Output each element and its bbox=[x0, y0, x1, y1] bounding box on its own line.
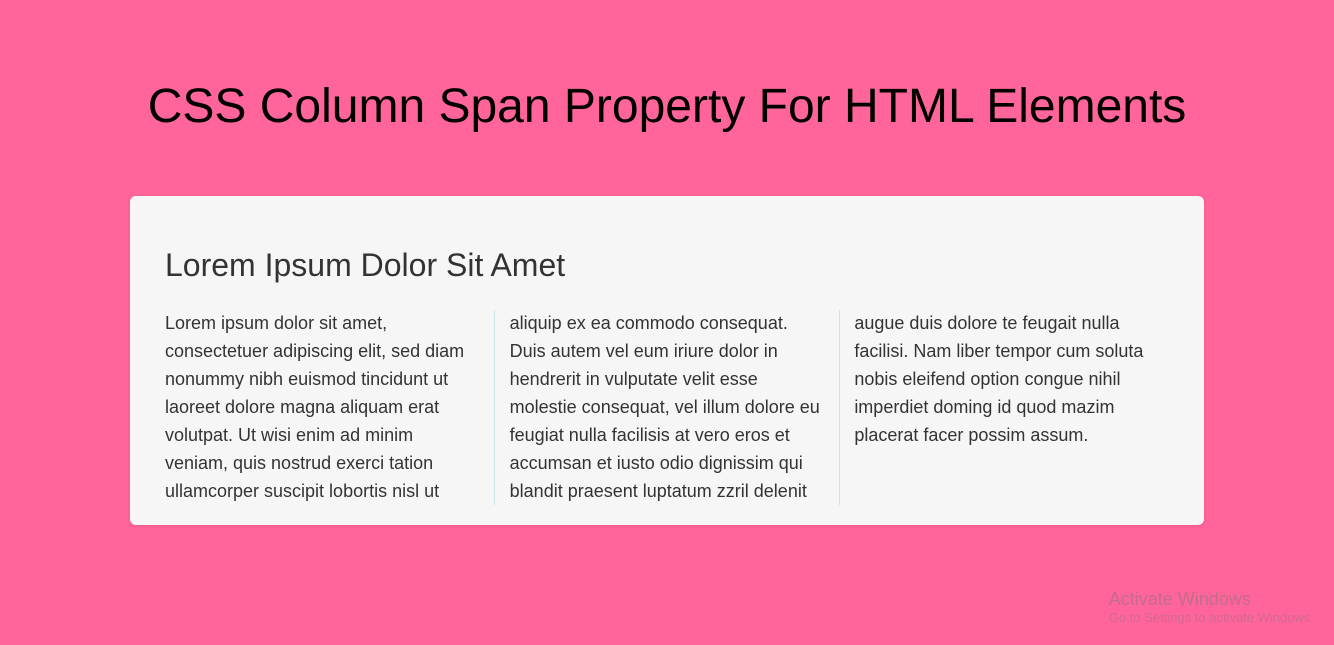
windows-activation-watermark: Activate Windows Go to Settings to activ… bbox=[1109, 589, 1314, 625]
page-title: CSS Column Span Property For HTML Elemen… bbox=[0, 0, 1334, 136]
body-paragraph: Lorem ipsum dolor sit amet, consectetuer… bbox=[165, 313, 1143, 500]
watermark-title: Activate Windows bbox=[1109, 589, 1314, 610]
content-box: Lorem Ipsum Dolor Sit Amet Lorem ipsum d… bbox=[130, 196, 1204, 526]
sub-heading: Lorem Ipsum Dolor Sit Amet bbox=[165, 241, 1169, 291]
watermark-subtitle: Go to Settings to activate Windows. bbox=[1109, 610, 1314, 625]
multi-column-text: Lorem Ipsum Dolor Sit Amet Lorem ipsum d… bbox=[165, 241, 1169, 506]
